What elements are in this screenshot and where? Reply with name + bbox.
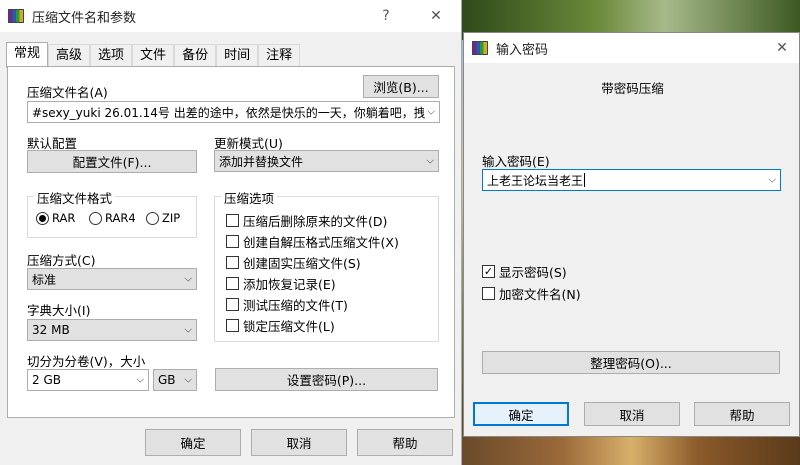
winrar-app-icon xyxy=(472,41,488,55)
update-mode-select[interactable]: 添加并替换文件 ⌵ xyxy=(214,150,439,172)
chevron-down-icon[interactable]: ⌵ xyxy=(181,324,192,336)
radio-unselected-icon xyxy=(89,211,102,225)
test-archived-files-label: 测试压缩的文件(T) xyxy=(243,298,348,313)
chevron-down-icon[interactable]: ⌵ xyxy=(133,374,144,386)
add-recovery-record-label: 添加恢复记录(E) xyxy=(243,277,336,292)
password-input-label: 输入密码(E) xyxy=(482,154,550,169)
text-cursor xyxy=(584,173,586,187)
create-solid-checkbox[interactable]: 创建固实压缩文件(S) xyxy=(226,253,361,272)
tab-options[interactable]: 选项 xyxy=(90,44,133,68)
password-dialog-title: 输入密码 xyxy=(496,42,549,58)
split-size-combo[interactable]: 2 GB ⌵ xyxy=(27,369,149,391)
enter-password-dialog: 输入密码 ✕ 带密码压缩 输入密码(E) 上老王论坛当老王 ⌵ ✓ 显示密码(S… xyxy=(463,32,800,437)
lock-archive-label: 锁定压缩文件(L) xyxy=(243,319,335,334)
format-zip-label: ZIP xyxy=(162,211,181,225)
winrar-app-icon xyxy=(8,9,24,23)
compression-method-value: 标准 xyxy=(32,272,57,287)
delete-after-archive-label: 压缩后删除原来的文件(D) xyxy=(243,214,388,229)
format-rar4-label: RAR4 xyxy=(105,211,136,225)
checkbox-checked-icon: ✓ xyxy=(482,265,495,278)
help-button[interactable]: 帮助 xyxy=(357,429,453,456)
compression-method-label: 压缩方式(C) xyxy=(27,253,96,268)
update-mode-value: 添加并替换文件 xyxy=(219,154,304,169)
checkbox-unchecked-icon xyxy=(226,214,239,227)
archive-name-value: #sexy_yuki 26.01.14号 出差的途中，依然是快乐的一天，你躺着吧… xyxy=(32,105,426,120)
organize-passwords-button[interactable]: 整理密码(O)... xyxy=(482,351,780,374)
password-help-button[interactable]: 帮助 xyxy=(694,402,790,426)
split-volumes-label: 切分为分卷(V)，大小 xyxy=(27,354,146,369)
help-question-icon[interactable]: ? xyxy=(374,6,398,26)
cancel-button[interactable]: 取消 xyxy=(251,429,347,456)
show-password-checkbox[interactable]: ✓ 显示密码(S) xyxy=(482,262,567,281)
lock-archive-checkbox[interactable]: 锁定压缩文件(L) xyxy=(226,316,335,335)
create-solid-label: 创建固实压缩文件(S) xyxy=(243,256,361,271)
show-password-label: 显示密码(S) xyxy=(499,265,567,280)
chevron-down-icon[interactable]: ⌵ xyxy=(181,374,192,386)
tab-general[interactable]: 常规 xyxy=(6,42,49,68)
format-zip-radio[interactable]: ZIP xyxy=(146,211,180,225)
dictionary-size-label: 字典大小(I) xyxy=(27,303,91,318)
format-rar-radio[interactable]: RAR xyxy=(36,211,75,225)
general-tab-panel: 压缩文件名(A) 浏览(B)... #sexy_yuki 26.01.14号 出… xyxy=(7,66,455,418)
tab-files[interactable]: 文件 xyxy=(132,44,175,68)
format-rar4-radio[interactable]: RAR4 xyxy=(89,211,136,225)
checkbox-unchecked-icon xyxy=(482,287,495,300)
chevron-down-icon[interactable]: ⌵ xyxy=(181,273,192,285)
tab-backup[interactable]: 备份 xyxy=(174,44,217,68)
archive-settings-window: 压缩文件名和参数 ? ✕ 常规 高级 选项 文件 备份 时间 注释 压缩文件名(… xyxy=(0,0,462,465)
add-recovery-record-checkbox[interactable]: 添加恢复记录(E) xyxy=(226,274,336,293)
chevron-down-icon[interactable]: ⌵ xyxy=(424,106,435,118)
close-icon[interactable]: ✕ xyxy=(424,6,448,26)
browse-button[interactable]: 浏览(B)... xyxy=(363,75,439,98)
checkbox-unchecked-icon xyxy=(226,235,239,248)
archive-options-group: 压缩选项 压缩后删除原来的文件(D) 创建自解压格式压缩文件(X) 创建固实压缩… xyxy=(214,188,439,342)
dictionary-size-select[interactable]: 32 MB ⌵ xyxy=(27,319,197,341)
tab-strip: 常规 高级 选项 文件 备份 时间 注释 xyxy=(6,42,301,68)
tab-advanced[interactable]: 高级 xyxy=(48,44,91,68)
archive-name-label: 压缩文件名(A) xyxy=(27,85,108,100)
dictionary-size-value: 32 MB xyxy=(32,323,70,337)
chevron-down-icon[interactable]: ⌵ xyxy=(765,174,776,186)
checkbox-unchecked-icon xyxy=(226,298,239,311)
test-archived-files-checkbox[interactable]: 测试压缩的文件(T) xyxy=(226,295,348,314)
format-rar-label: RAR xyxy=(52,211,76,225)
delete-after-archive-checkbox[interactable]: 压缩后删除原来的文件(D) xyxy=(226,211,387,230)
tab-comment[interactable]: 注释 xyxy=(258,44,301,68)
checkbox-unchecked-icon xyxy=(226,319,239,332)
encrypt-filenames-label: 加密文件名(N) xyxy=(499,287,581,302)
archive-format-title: 压缩文件格式 xyxy=(34,188,116,207)
checkbox-unchecked-icon xyxy=(226,277,239,290)
archive-options-title: 压缩选项 xyxy=(221,188,278,207)
ok-button[interactable]: 确定 xyxy=(145,429,241,456)
create-sfx-label: 创建自解压格式压缩文件(X) xyxy=(243,235,399,250)
tab-time[interactable]: 时间 xyxy=(216,44,259,68)
password-title-bar[interactable]: 输入密码 ✕ xyxy=(464,33,799,63)
password-input[interactable]: 上老王论坛当老王 ⌵ xyxy=(482,169,781,191)
set-password-button[interactable]: 设置密码(P)... xyxy=(215,368,438,391)
split-unit-value: GB xyxy=(158,373,176,387)
checkbox-unchecked-icon xyxy=(226,256,239,269)
split-size-value: 2 GB xyxy=(32,373,61,387)
radio-unselected-icon xyxy=(146,211,159,225)
split-unit-select[interactable]: GB ⌵ xyxy=(153,369,197,391)
radio-selected-icon xyxy=(36,211,49,225)
password-input-value: 上老王论坛当老王 xyxy=(487,173,584,188)
password-cancel-button[interactable]: 取消 xyxy=(584,402,680,426)
encrypt-filenames-checkbox[interactable]: 加密文件名(N) xyxy=(482,284,581,303)
password-ok-button[interactable]: 确定 xyxy=(473,402,569,426)
window-title: 压缩文件名和参数 xyxy=(32,10,137,26)
compression-method-select[interactable]: 标准 ⌵ xyxy=(27,268,197,290)
archive-name-combo[interactable]: #sexy_yuki 26.01.14号 出差的途中，依然是快乐的一天，你躺着吧… xyxy=(27,101,440,123)
password-heading: 带密码压缩 xyxy=(601,81,664,96)
chevron-down-icon[interactable]: ⌵ xyxy=(423,155,434,167)
close-icon[interactable]: ✕ xyxy=(770,38,794,58)
profiles-button[interactable]: 配置文件(F)... xyxy=(27,150,197,173)
archive-format-group: 压缩文件格式 RAR RAR4 ZIP xyxy=(27,188,197,238)
create-sfx-checkbox[interactable]: 创建自解压格式压缩文件(X) xyxy=(226,232,399,251)
title-bar[interactable]: 压缩文件名和参数 ? ✕ xyxy=(0,0,461,32)
